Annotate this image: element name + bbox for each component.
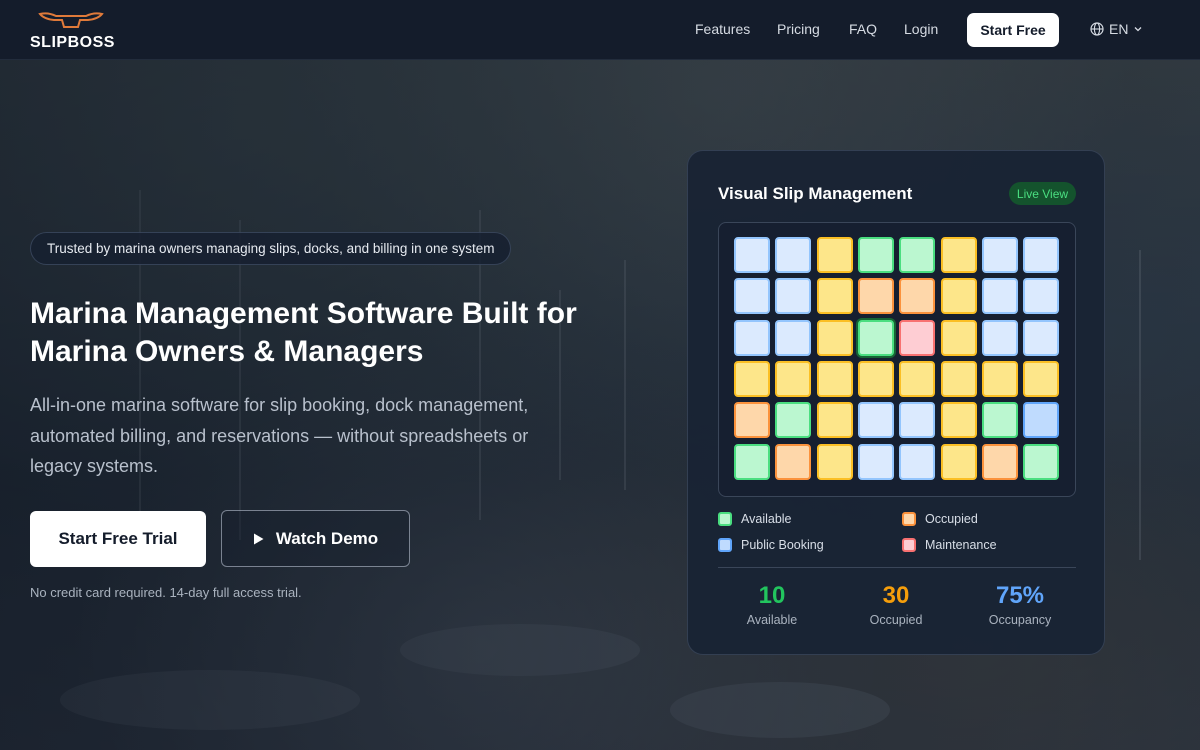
start-free-trial-button[interactable]: Start Free Trial <box>30 511 206 567</box>
trust-badge: Trusted by marina owners managing slips,… <box>30 232 512 265</box>
slip-grid <box>718 222 1076 497</box>
hero-headline: Marina Management Software Built for Mar… <box>30 295 630 371</box>
slip-cell[interactable] <box>981 360 1018 397</box>
stat-occupied-value: 30 <box>882 582 910 609</box>
slip-cell[interactable] <box>816 278 853 315</box>
slip-cell[interactable] <box>940 278 977 315</box>
legend-occupied-swatch <box>902 512 916 526</box>
stat-available-value: 10 <box>758 582 786 609</box>
brand-name: SLIPBOSS <box>30 34 115 51</box>
slip-cell[interactable] <box>899 319 936 356</box>
nav-link-login[interactable]: Login <box>904 21 938 37</box>
slip-cell[interactable] <box>940 319 977 356</box>
slip-cell[interactable] <box>981 237 1018 273</box>
headline-line-1: Marina Management Software Built for <box>30 297 577 330</box>
slip-cell[interactable] <box>734 443 770 480</box>
globe-icon <box>1090 22 1104 36</box>
stat-occupancy-value: 75% <box>995 582 1045 609</box>
legend-available-swatch <box>718 512 732 526</box>
stats-divider <box>718 567 1076 568</box>
slip-cell[interactable] <box>940 360 977 397</box>
slip-cell[interactable] <box>940 237 977 273</box>
legend-public-booking-label: Public Booking <box>741 538 824 552</box>
slip-cell[interactable] <box>899 443 936 480</box>
legend-available-label: Available <box>741 512 792 526</box>
slip-cell[interactable] <box>816 237 853 273</box>
nav-link-features[interactable]: Features <box>695 21 750 37</box>
panel-title: Visual Slip Management <box>718 184 913 203</box>
slip-cell[interactable] <box>1023 402 1060 439</box>
legend-occupied: Occupied <box>902 512 978 526</box>
slip-cell[interactable] <box>940 402 977 439</box>
slip-cell[interactable] <box>1023 360 1060 397</box>
slip-cell[interactable] <box>899 237 936 273</box>
watch-demo-button[interactable]: Watch Demo <box>221 510 410 567</box>
slip-cell[interactable] <box>734 319 770 356</box>
language-selector[interactable]: EN <box>1090 21 1143 37</box>
hero-subtext: All-in-one marina software for slip book… <box>30 395 529 476</box>
legend-public-booking-swatch <box>718 538 732 552</box>
legend-maintenance-label: Maintenance <box>925 538 997 552</box>
slip-cell[interactable] <box>816 360 853 397</box>
slip-cell[interactable] <box>775 319 812 356</box>
slip-cell[interactable] <box>1023 443 1060 480</box>
slip-cell[interactable] <box>775 360 812 397</box>
slip-cell[interactable] <box>816 443 853 480</box>
chevron-down-icon <box>1134 27 1142 32</box>
brand-logo[interactable]: SLIPBOSS <box>30 10 115 52</box>
stat-available-label: Available <box>746 613 798 627</box>
slip-cell[interactable] <box>1023 319 1060 356</box>
slip-cell[interactable] <box>899 278 936 315</box>
slip-cell[interactable] <box>734 360 770 397</box>
slip-cell[interactable] <box>857 278 894 315</box>
slip-cell[interactable] <box>734 402 770 439</box>
trial-disclaimer: No credit card required. 14-day full acc… <box>30 585 302 600</box>
slip-cell[interactable] <box>857 360 894 397</box>
slip-cell[interactable] <box>857 319 894 356</box>
slip-cell[interactable] <box>857 402 894 439</box>
headline-line-2: Marina Owners & Managers <box>30 335 424 368</box>
slip-cell[interactable] <box>857 237 894 273</box>
stat-occupied-label: Occupied <box>869 613 923 627</box>
slip-cell[interactable] <box>734 278 770 315</box>
stat-available: 10 Available <box>717 581 827 627</box>
watch-demo-label: Watch Demo <box>275 528 379 548</box>
legend-maintenance: Maintenance <box>902 538 997 552</box>
legend-public-booking: Public Booking <box>718 538 824 552</box>
legend-occupied-label: Occupied <box>925 512 978 526</box>
slip-cell[interactable] <box>857 443 894 480</box>
slip-cell[interactable] <box>775 443 812 480</box>
cleat-logo-icon <box>38 12 104 28</box>
slip-cell[interactable] <box>775 237 812 273</box>
language-label: EN <box>1109 21 1129 37</box>
nav-link-pricing[interactable]: Pricing <box>777 21 820 37</box>
slip-cell[interactable] <box>775 402 812 439</box>
stat-occupancy: 75% Occupancy <box>965 581 1075 627</box>
slip-cell[interactable] <box>981 319 1018 356</box>
slip-cell[interactable] <box>1023 278 1060 315</box>
slip-cell[interactable] <box>775 278 812 315</box>
stat-occupancy-label: Occupancy <box>988 613 1052 627</box>
slip-cell[interactable] <box>816 402 853 439</box>
play-icon <box>253 533 264 544</box>
start-free-button[interactable]: Start Free <box>967 13 1059 47</box>
stat-occupied: 30 Occupied <box>841 581 951 627</box>
slip-cell[interactable] <box>899 360 936 397</box>
slip-cell[interactable] <box>981 278 1018 315</box>
legend-maintenance-swatch <box>902 538 916 552</box>
slip-management-panel: Visual Slip Management Live View Availab… <box>687 150 1105 655</box>
legend-available: Available <box>718 512 792 526</box>
nav-link-faq[interactable]: FAQ <box>849 21 877 37</box>
top-navigation: SLIPBOSS Features Pricing FAQ Login Star… <box>0 0 1200 60</box>
slip-cell[interactable] <box>981 402 1018 439</box>
live-view-badge: Live View <box>1009 182 1076 205</box>
slip-cell[interactable] <box>1023 237 1060 273</box>
slip-cell[interactable] <box>734 237 770 273</box>
slip-cell[interactable] <box>816 319 853 356</box>
slip-cell[interactable] <box>981 443 1018 480</box>
slip-cell[interactable] <box>940 443 977 480</box>
slip-cell[interactable] <box>899 402 936 439</box>
